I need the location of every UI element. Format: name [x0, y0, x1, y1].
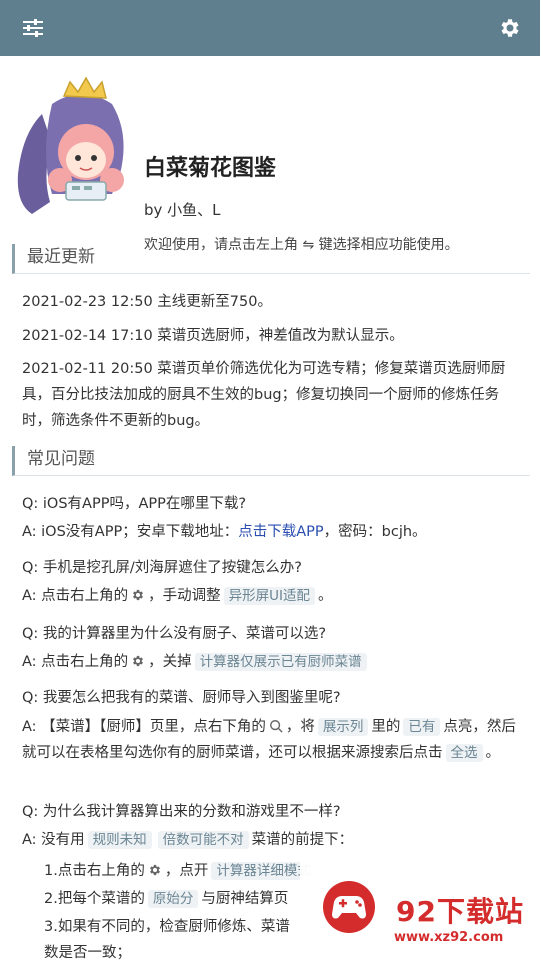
recent-updates-heading: 最近更新 — [12, 244, 530, 274]
update-item: 2021-02-23 12:50 主线更新至750。 — [22, 294, 272, 310]
faq-item: Q: 我要怎么把我有的菜谱、厨师导入到图鉴里呢? A: 【菜谱】【厨师】页里，点… — [22, 686, 520, 766]
faq-answer: A: 点击右上角的 ，关掉 计算器仅展示已有厨师菜谱 — [22, 650, 520, 674]
app-title: 白菜菊花图鉴 — [144, 156, 277, 181]
top-app-bar — [0, 0, 540, 56]
gamepad-logo-icon — [323, 881, 375, 933]
faq-question: Q: 手机是挖孔屏/刘海屏遮住了按键怎么办? — [22, 560, 302, 576]
author-line: by 小鱼、L — [144, 201, 221, 219]
setting-tag: 计算器仅展示已有厨师菜谱 — [194, 653, 367, 671]
faq-answer: A: 点击右上角的 ，手动调整 异形屏UI适配。 — [22, 587, 333, 605]
update-item: 2021-02-14 17:10 菜谱页选厨师，神差值改为默认显示。 — [22, 328, 404, 344]
gear-icon — [133, 655, 144, 667]
gear-icon — [149, 864, 160, 876]
faq-item: Q: iOS有APP吗，APP在哪里下载? A: iOS没有APP；安卓下载地址… — [22, 492, 520, 544]
site-watermark: 92下载站 www.xz92.com — [300, 860, 540, 960]
faq-answer: A: 没有用 规则未知 倍数可能不对 菜谱的前提下： — [22, 831, 354, 849]
option-tag: 倍数可能不对 — [157, 831, 249, 849]
sliders-icon — [23, 19, 43, 37]
download-app-link[interactable]: 点击下载APP — [238, 524, 323, 540]
setting-tag: 异形屏UI适配 — [223, 587, 316, 605]
update-item: 2021-02-11 20:50 菜谱页单价筛选优化为可选专精；修复菜谱页选厨师… — [22, 361, 506, 429]
watermark-url: www.xz92.com — [394, 930, 504, 945]
intro-header: 白菜菊花图鉴 by 小鱼、L 欢迎使用，请点击左上角 ⇋ 键选择相应功能使用。 — [0, 56, 540, 253]
gear-icon — [133, 589, 144, 601]
faq-item: Q: 手机是挖孔屏/刘海屏遮住了按键怎么办? A: 点击右上角的 ，手动调整 异形屏… — [22, 556, 520, 608]
watermark-title: 92下载站 — [396, 895, 524, 928]
faq-heading: 常见问题 — [12, 446, 530, 476]
gear-icon — [501, 19, 519, 37]
faq-question: Q: 为什么我计算器算出来的分数和游戏里不一样? — [22, 804, 341, 820]
option-tag: 原始分 — [147, 890, 199, 908]
faq-answer: A: 【菜谱】【厨师】页里，点右下角的 ，将 展示列 里的 已有 点亮，然后就可以在表格里… — [22, 718, 516, 762]
faq-question: Q: 我要怎么把我有的菜谱、厨师导入到图鉴里呢? — [22, 690, 341, 706]
faq-answer: A: iOS没有APP；安卓下载地址：点击下载APP，密码：bcjh。 — [22, 524, 427, 540]
faq-item: Q: 为什么我计算器算出来的分数和游戏里不一样? A: 没有用 规则未知 倍数可能不… — [22, 800, 520, 852]
faq-question: Q: iOS有APP吗，APP在哪里下载? — [22, 496, 247, 512]
faq-item: Q: 我的计算器里为什么没有厨子、菜谱可以选? A: 点击右上角的 ，关掉 计算器仅… — [22, 622, 520, 674]
option-tag: 已有 — [403, 718, 441, 736]
option-tag: 展示列 — [317, 718, 369, 736]
settings-button[interactable] — [494, 12, 526, 44]
option-tag: 规则未知 — [87, 831, 152, 849]
faq-question: Q: 我的计算器里为什么没有厨子、菜谱可以选? — [22, 626, 327, 642]
search-icon — [269, 720, 283, 733]
menu-button[interactable] — [17, 12, 49, 44]
mascot-logo — [17, 76, 124, 214]
option-tag: 全选 — [445, 744, 483, 762]
